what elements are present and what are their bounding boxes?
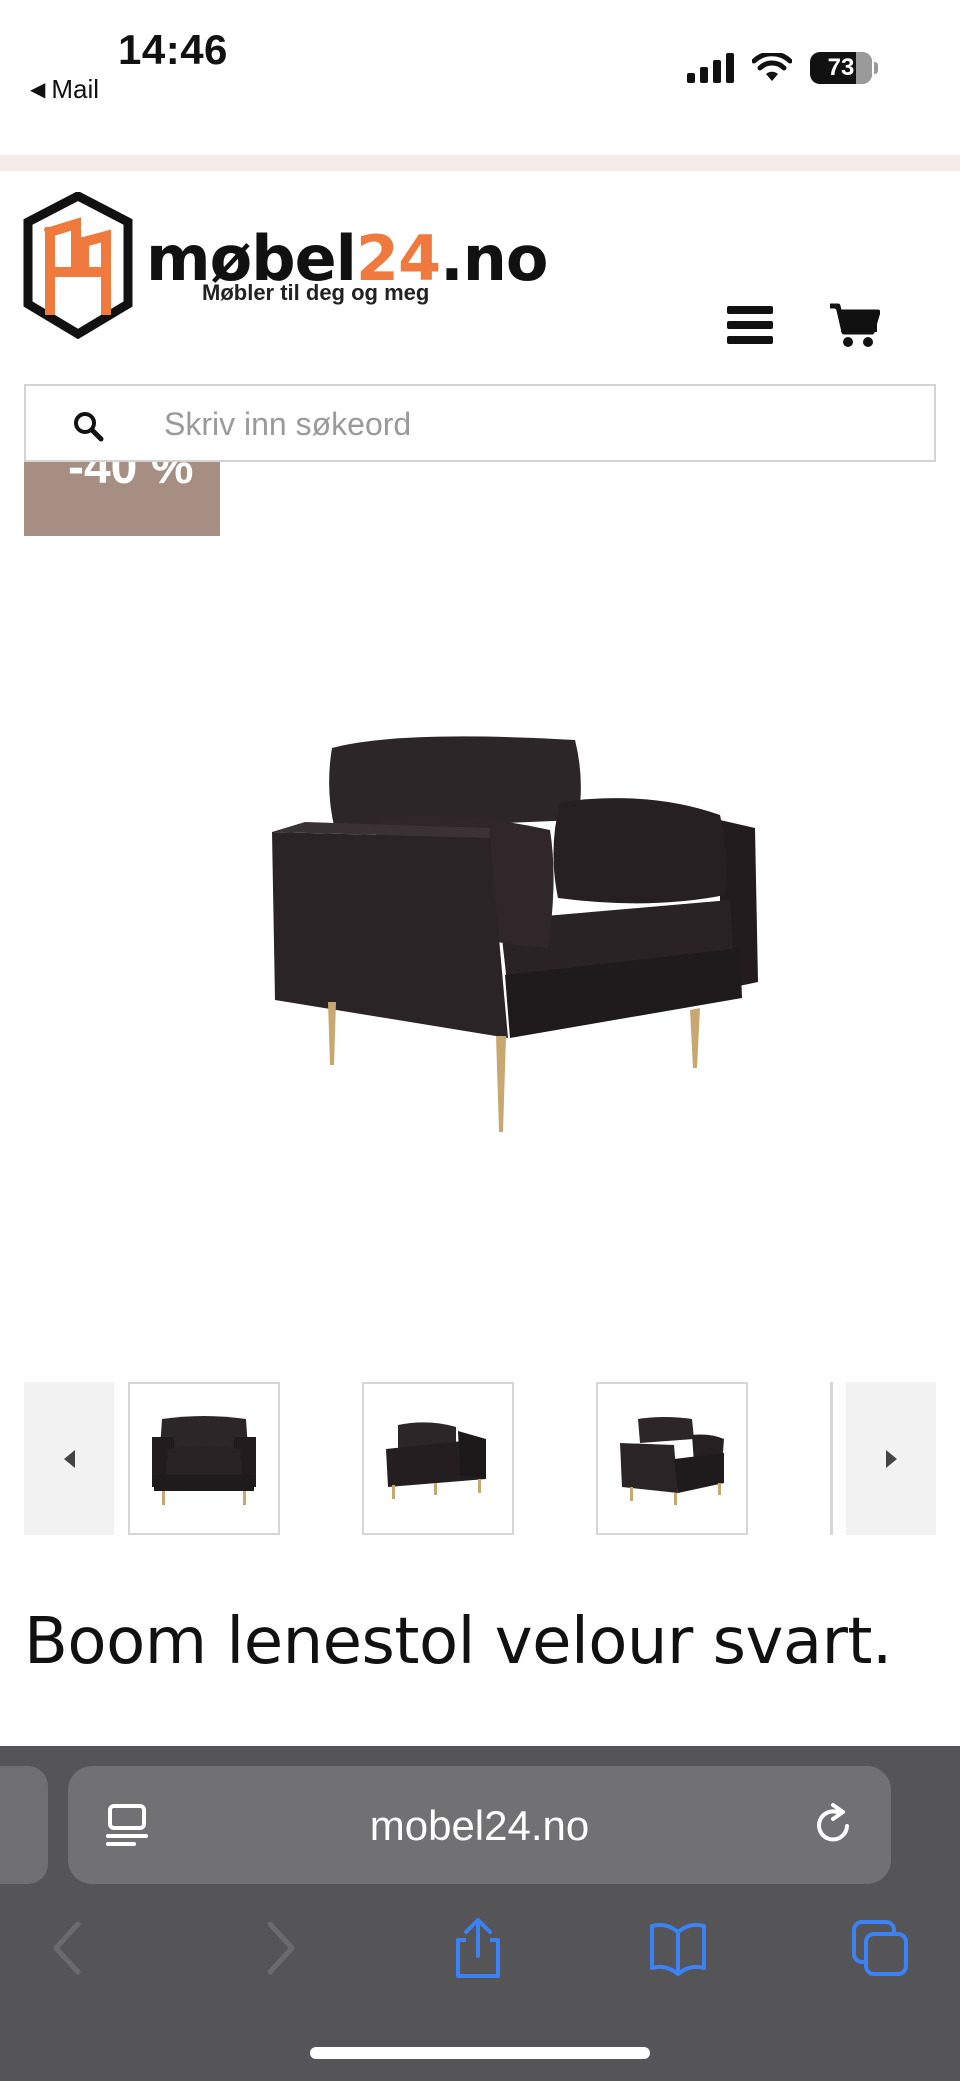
back-label: Mail bbox=[51, 74, 100, 104]
chair-logo-icon bbox=[23, 192, 133, 340]
home-indicator[interactable] bbox=[310, 2047, 650, 2059]
search-input[interactable]: Skriv inn søkeord bbox=[24, 384, 936, 462]
bookmarks-icon[interactable] bbox=[648, 1918, 708, 1978]
status-time: 14:46 bbox=[118, 26, 228, 73]
thumbnail-2[interactable] bbox=[362, 1382, 514, 1535]
share-icon[interactable] bbox=[448, 1918, 508, 1978]
product-title: Boom lenestol velour svart. bbox=[24, 1605, 892, 1679]
thumbnail-1[interactable] bbox=[128, 1382, 280, 1535]
cart-icon[interactable] bbox=[828, 300, 880, 350]
battery-icon: 73 bbox=[810, 52, 872, 84]
site-logo[interactable]: møbel24.no Møbler til deg og meg bbox=[22, 192, 548, 342]
back-icon[interactable] bbox=[40, 1918, 100, 1978]
search-placeholder: Skriv inn søkeord bbox=[164, 406, 412, 442]
status-indicators: 73 bbox=[687, 52, 878, 84]
logo-tagline: Møbler til deg og meg bbox=[202, 280, 430, 305]
wifi-icon bbox=[752, 53, 792, 81]
thumbnail-armchair-front-image bbox=[152, 1415, 256, 1505]
search-icon bbox=[74, 412, 104, 442]
product-thumbnail-gallery bbox=[24, 1382, 936, 1535]
reload-icon[interactable] bbox=[811, 1802, 857, 1850]
thumbnail-3[interactable] bbox=[596, 1382, 748, 1535]
address-bar[interactable]: mobel24.no bbox=[68, 1766, 891, 1884]
browser-toolbar bbox=[0, 1896, 960, 2006]
forward-icon[interactable] bbox=[248, 1918, 308, 1978]
product-image-armchair[interactable] bbox=[250, 720, 770, 1140]
url-text: mobel24.no bbox=[369, 1802, 590, 1849]
caret-left-icon bbox=[63, 1449, 75, 1468]
thumbnail-armchair-angle-image bbox=[620, 1416, 724, 1505]
back-arrow-icon: ◀ bbox=[30, 79, 46, 101]
browser-chrome: mobel24.no bbox=[0, 1746, 960, 2081]
discount-text: -40 % bbox=[68, 462, 194, 494]
tabs-icon[interactable] bbox=[850, 1918, 910, 1978]
discount-badge: -40 % bbox=[24, 462, 220, 536]
top-banner-strip bbox=[0, 155, 960, 171]
battery-level: 73 bbox=[827, 54, 855, 81]
thumbnail-4-edge bbox=[830, 1382, 833, 1535]
gallery-prev-button[interactable] bbox=[24, 1382, 114, 1535]
back-to-mail[interactable]: ◀ Mail bbox=[30, 74, 99, 105]
hamburger-icon[interactable] bbox=[727, 306, 773, 344]
status-bar: 14:46 ◀ Mail 73 bbox=[0, 0, 960, 155]
previous-tab-preview[interactable] bbox=[0, 1766, 48, 1884]
gallery-next-button[interactable] bbox=[846, 1382, 936, 1535]
thumbnail-armchair-side-image bbox=[386, 1421, 486, 1499]
cellular-signal-icon bbox=[687, 53, 734, 83]
caret-right-icon bbox=[885, 1449, 897, 1468]
